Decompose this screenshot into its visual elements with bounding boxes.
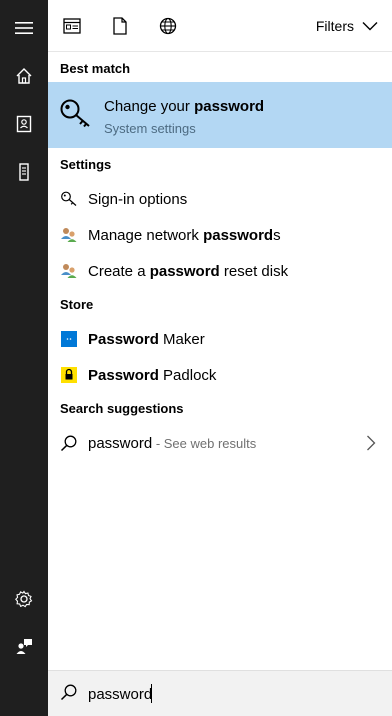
store-result-password-maker[interactable]: Password Maker [48,321,392,357]
documents-icon [113,17,127,35]
tower-icon [19,163,29,181]
apps-icon [63,18,81,34]
settings-icon [15,590,33,608]
web-filter-button[interactable] [156,14,180,38]
search-results-panel: Filters Best match Change your password … [48,0,392,716]
settings-heading: Settings [60,157,112,172]
web-icon [159,17,177,35]
feedback-button[interactable] [0,622,48,670]
search-suggestions-heading: Search suggestions [60,401,184,416]
store-heading: Store [60,297,94,312]
result-label: Password Padlock [88,366,217,384]
padlock-app-icon [60,366,78,384]
search-box [48,670,392,716]
settings-button[interactable] [0,575,48,623]
store-result-password-padlock[interactable]: Password Padlock [48,357,392,393]
result-label: Create a password reset disk [88,262,289,280]
best-match-subtitle: System settings [104,121,196,136]
hamburger-menu-button[interactable] [0,4,48,52]
text-caret [151,684,152,703]
see-web-results-hint: - See web results [152,435,257,451]
result-label: Password Maker [88,330,205,348]
notebook-button[interactable] [0,100,48,148]
best-match-heading: Best match [60,61,131,76]
settings-result-sign-in-options[interactable]: Sign-in options [48,181,392,217]
result-label: password - See web results [88,434,257,452]
hamburger-icon [15,22,33,34]
home-button[interactable] [0,52,48,100]
documents-filter-button[interactable] [108,14,132,38]
filter-toolbar: Filters [48,0,392,52]
devices-button[interactable] [0,148,48,196]
filters-label: Filters [315,18,354,34]
feedback-icon [16,639,32,654]
password-maker-app-icon [60,330,78,348]
key-icon [60,99,90,128]
key-icon [60,190,78,208]
web-suggestion-password[interactable]: password - See web results [48,425,392,461]
left-rail [0,0,48,716]
apps-filter-button[interactable] [60,14,84,38]
users-icon [60,226,78,244]
best-match-result[interactable]: Change your password System settings [48,82,392,148]
result-label: Manage network passwords [88,226,281,244]
notebook-icon [16,115,32,133]
filters-dropdown[interactable]: Filters [316,14,378,38]
search-input[interactable] [88,683,378,705]
search-icon [60,434,78,452]
home-icon [16,68,32,84]
chevron-right-icon [367,435,376,451]
settings-result-create-password-reset-disk[interactable]: Create a password reset disk [48,253,392,289]
users-icon [60,262,78,280]
best-match-title: Change your password [104,98,265,115]
search-icon [60,684,77,701]
result-label: Sign-in options [88,190,188,208]
settings-result-manage-network-passwords[interactable]: Manage network passwords [48,217,392,253]
chevron-down-icon [362,22,378,31]
